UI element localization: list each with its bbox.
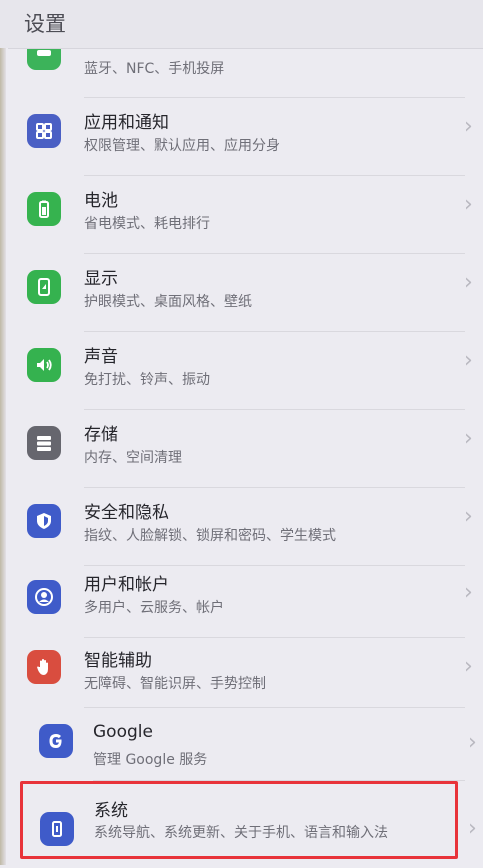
item-subtitle: 权限管理、默认应用、应用分身: [84, 138, 280, 154]
battery-icon: [27, 192, 61, 226]
settings-item-assist[interactable]: 智能辅助 无障碍、智能识屏、手势控制 ›: [0, 642, 483, 720]
hand-icon: [27, 650, 61, 684]
chevron-right-icon: ›: [464, 426, 473, 451]
apps-icon: [27, 114, 61, 148]
item-subtitle: 蓝牙、NFC、手机投屏: [84, 61, 225, 77]
item-title: Google: [93, 722, 153, 742]
display-icon: [27, 270, 61, 304]
settings-item-storage[interactable]: 存储 内存、空间清理 ›: [0, 410, 483, 488]
chevron-right-icon: ›: [464, 114, 473, 139]
settings-item-apps[interactable]: 应用和通知 权限管理、默认应用、应用分身 ›: [0, 98, 483, 176]
item-subtitle: 免打扰、铃声、振动: [84, 372, 210, 388]
settings-item-users[interactable]: 用户和帐户 多用户、云服务、帐户 ›: [0, 566, 483, 644]
settings-item-battery[interactable]: 电池 省电模式、耗电排行 ›: [0, 176, 483, 254]
user-icon: [27, 580, 61, 614]
item-title: 存储: [84, 425, 118, 445]
divider: [84, 707, 465, 708]
settings-list: 蓝牙、NFC、手机投屏 应用和通知 权限管理、默认应用、应用分身 › 电池 省电…: [0, 0, 483, 865]
header-divider: [8, 48, 483, 49]
chevron-right-icon: ›: [468, 730, 477, 755]
highlight-box: [20, 781, 458, 859]
item-subtitle: 无障碍、智能识屏、手势控制: [84, 676, 266, 692]
settings-item-security[interactable]: 安全和隐私 指纹、人脸解锁、锁屏和密码、学生模式 ›: [0, 488, 483, 566]
item-title: 用户和帐户: [84, 575, 169, 595]
chevron-right-icon: ›: [464, 580, 473, 605]
chevron-right-icon: ›: [464, 504, 473, 529]
item-title: 安全和隐私: [84, 503, 169, 523]
item-subtitle: 省电模式、耗电排行: [84, 216, 210, 232]
chevron-right-icon: ›: [468, 816, 477, 841]
page-title: 设置: [24, 12, 66, 36]
settings-item-sound[interactable]: 声音 免打扰、铃声、振动 ›: [0, 332, 483, 410]
item-title: 显示: [84, 269, 118, 289]
item-subtitle: 指纹、人脸解锁、锁屏和密码、学生模式: [84, 528, 336, 544]
item-title: 应用和通知: [84, 113, 169, 133]
item-subtitle: 多用户、云服务、帐户: [84, 600, 224, 616]
item-subtitle: 护眼模式、桌面风格、壁纸: [84, 294, 252, 310]
app-header: 设置: [0, 0, 483, 48]
item-subtitle: 管理 Google 服务: [93, 752, 208, 768]
storage-icon: [27, 426, 61, 460]
chevron-right-icon: ›: [464, 654, 473, 679]
shield-icon: [27, 504, 61, 538]
google-icon: [39, 724, 73, 758]
chevron-right-icon: ›: [464, 348, 473, 373]
item-title: 电池: [84, 191, 118, 211]
item-title: 声音: [84, 347, 118, 367]
divider: [84, 637, 465, 638]
chevron-right-icon: ›: [464, 192, 473, 217]
item-subtitle: 内存、空间清理: [84, 450, 182, 466]
item-title: 智能辅助: [84, 651, 152, 671]
chevron-right-icon: ›: [464, 270, 473, 295]
sound-icon: [27, 348, 61, 382]
settings-item-display[interactable]: 显示 护眼模式、桌面风格、壁纸 ›: [0, 254, 483, 332]
